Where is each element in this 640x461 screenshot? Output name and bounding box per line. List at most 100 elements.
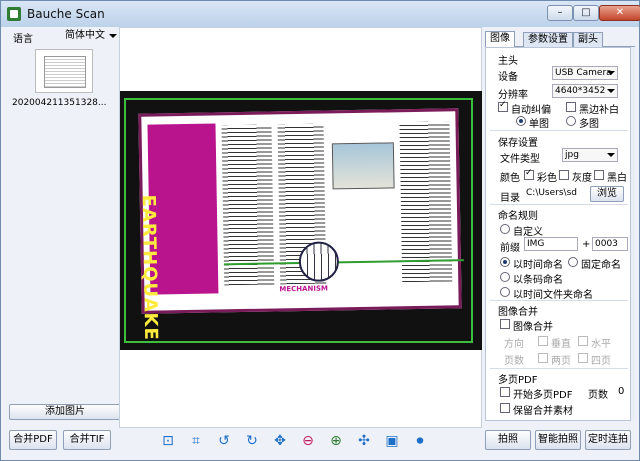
app-icon — [7, 7, 21, 21]
capture-button[interactable]: 拍照 — [485, 430, 531, 450]
file-type-label: 文件类型 — [500, 154, 540, 165]
close-button[interactable]: ✕ — [599, 5, 640, 21]
horizontal-label: 水平 — [591, 339, 611, 350]
seismic-wave-line — [223, 241, 464, 266]
barcode-name-label: 以条码命名 — [513, 275, 563, 286]
time-name-radio[interactable] — [500, 257, 510, 267]
divider — [490, 300, 628, 301]
barcode-name-radio[interactable] — [500, 272, 510, 282]
auto-deskew-label: 自动纠偏 — [511, 105, 551, 116]
multi-image-radio[interactable] — [566, 116, 576, 126]
naming-rule-header: 命名规则 — [498, 211, 538, 222]
black-fill-checkbox[interactable] — [566, 102, 576, 112]
rotate-right-icon[interactable]: ↻ — [243, 432, 261, 450]
prefix-input[interactable]: IMG — [524, 237, 578, 251]
gray-checkbox[interactable] — [559, 170, 569, 180]
fixed-name-label: 固定命名 — [581, 260, 621, 271]
fit-icon[interactable]: ✣ — [355, 432, 373, 450]
mechanism-heading: MECHANISM — [279, 284, 329, 294]
color-checkbox[interactable] — [524, 168, 534, 180]
horizontal-checkbox[interactable] — [578, 336, 588, 346]
timed-capture-button[interactable]: 定时连拍 — [585, 430, 631, 450]
start-multipage-pdf-label: 开始多页PDF — [513, 390, 573, 401]
tab-parameters[interactable]: 参数设置 — [523, 32, 573, 47]
gray-label: 灰度 — [572, 173, 592, 184]
bw-checkbox[interactable] — [594, 170, 604, 180]
crop-select-icon[interactable]: ⊡ — [159, 432, 177, 450]
maximize-button[interactable]: □ — [573, 5, 599, 21]
settings-tabs: 图像 参数设置 副头 — [485, 31, 635, 47]
two-pages-label: 两页 — [551, 356, 571, 367]
window-title: Bauche Scan — [27, 7, 105, 21]
merge-pages-label: 页数 — [504, 356, 524, 367]
start-multipage-pdf-checkbox[interactable] — [500, 387, 510, 397]
four-pages-label: 四页 — [591, 356, 611, 367]
counter-input[interactable]: 0003 — [592, 237, 628, 251]
image-settings: 主头 设备 USB Camera 分辨率 4640*3452 自动纠偏 黑边补白… — [485, 47, 631, 421]
preview-area: EARTHQUAKE MECHANISM — [119, 27, 482, 428]
document-photo — [331, 142, 395, 190]
scan-thumbnail[interactable] — [35, 49, 93, 93]
custom-name-radio[interactable] — [500, 224, 510, 234]
rotate-left-icon[interactable]: ↺ — [215, 432, 233, 450]
fullscreen-icon[interactable]: ▣ — [383, 432, 401, 450]
app-window: Bauche Scan – □ ✕ 语言 简体中文 20200421135132… — [0, 0, 640, 461]
bw-label: 黑白 — [607, 173, 627, 184]
pdf-pages-label: 页数 — [588, 390, 608, 401]
four-pages-checkbox[interactable] — [578, 353, 588, 363]
main-camera-header: 主头 — [498, 56, 518, 67]
settings-panel: 图像 参数设置 副头 主头 设备 USB Camera 分辨率 4640*345… — [485, 31, 635, 427]
zoom-out-icon[interactable]: ⊖ — [299, 432, 317, 450]
divider — [490, 368, 628, 369]
poster-title: EARTHQUAKE — [137, 194, 162, 341]
tab-secondary-camera[interactable]: 副头 — [573, 32, 603, 47]
merge-tif-button[interactable]: 合并TIF — [63, 430, 111, 450]
move-icon[interactable]: ✥ — [271, 432, 289, 450]
fixed-name-radio[interactable] — [568, 257, 578, 267]
crop-icon[interactable]: ⌗ — [187, 432, 205, 450]
minimize-button[interactable]: – — [547, 5, 573, 21]
vertical-label: 垂直 — [551, 339, 571, 350]
keep-merge-material-checkbox[interactable] — [500, 403, 510, 413]
video-icon[interactable]: ⏺ — [411, 432, 429, 450]
image-merge-checkbox[interactable] — [500, 319, 510, 329]
two-pages-checkbox[interactable] — [538, 353, 548, 363]
device-label: 设备 — [498, 72, 518, 83]
black-fill-label: 黑边补白 — [579, 105, 619, 116]
bottom-toolbar: 合并PDF 合并TIF ⊡ ⌗ ↺ ↻ ✥ ⊖ ⊕ ✣ ▣ ⏺ 拍照 智能拍照 … — [1, 428, 639, 454]
device-select[interactable]: USB Camera — [552, 66, 618, 80]
color-option-label: 彩色 — [537, 173, 557, 184]
multi-image-label: 多图 — [579, 119, 599, 130]
vertical-checkbox[interactable] — [538, 336, 548, 346]
divider — [490, 204, 628, 205]
merge-pdf-button[interactable]: 合并PDF — [9, 430, 57, 450]
smart-capture-button[interactable]: 智能拍照 — [535, 430, 581, 450]
auto-deskew-checkbox[interactable] — [498, 100, 508, 112]
resolution-select[interactable]: 4640*3452 — [552, 84, 618, 98]
tab-image[interactable]: 图像 — [485, 31, 515, 47]
title-bar: Bauche Scan – □ ✕ — [1, 1, 640, 27]
zoom-in-icon[interactable]: ⊕ — [327, 432, 345, 450]
directory-path: C:\Users\sd — [526, 188, 577, 198]
scan-preview-image: EARTHQUAKE MECHANISM — [120, 91, 482, 350]
color-label: 颜色 — [500, 173, 520, 184]
language-select[interactable]: 简体中文 — [65, 28, 119, 44]
time-folder-radio[interactable] — [500, 287, 510, 297]
globe-illustration — [298, 241, 340, 283]
single-image-label: 单图 — [529, 119, 549, 130]
time-folder-label: 以时间文件夹命名 — [513, 290, 593, 301]
save-settings-header: 保存设置 — [498, 138, 538, 149]
image-merge-header: 图像合并 — [498, 307, 538, 318]
settings-scrollbar[interactable] — [631, 47, 635, 421]
scanned-document: EARTHQUAKE MECHANISM — [138, 108, 464, 341]
divider — [490, 130, 628, 131]
single-image-radio[interactable] — [516, 116, 526, 126]
browse-button[interactable]: 浏览 — [590, 186, 624, 202]
file-type-select[interactable]: jpg — [562, 148, 618, 162]
custom-name-label: 自定义 — [513, 227, 543, 238]
prefix-label: 前缀 — [500, 243, 520, 254]
direction-label: 方向 — [504, 339, 524, 350]
poster-banner: EARTHQUAKE — [138, 123, 219, 341]
add-image-button[interactable]: 添加图片 — [9, 404, 121, 420]
directory-label: 目录 — [500, 193, 520, 204]
